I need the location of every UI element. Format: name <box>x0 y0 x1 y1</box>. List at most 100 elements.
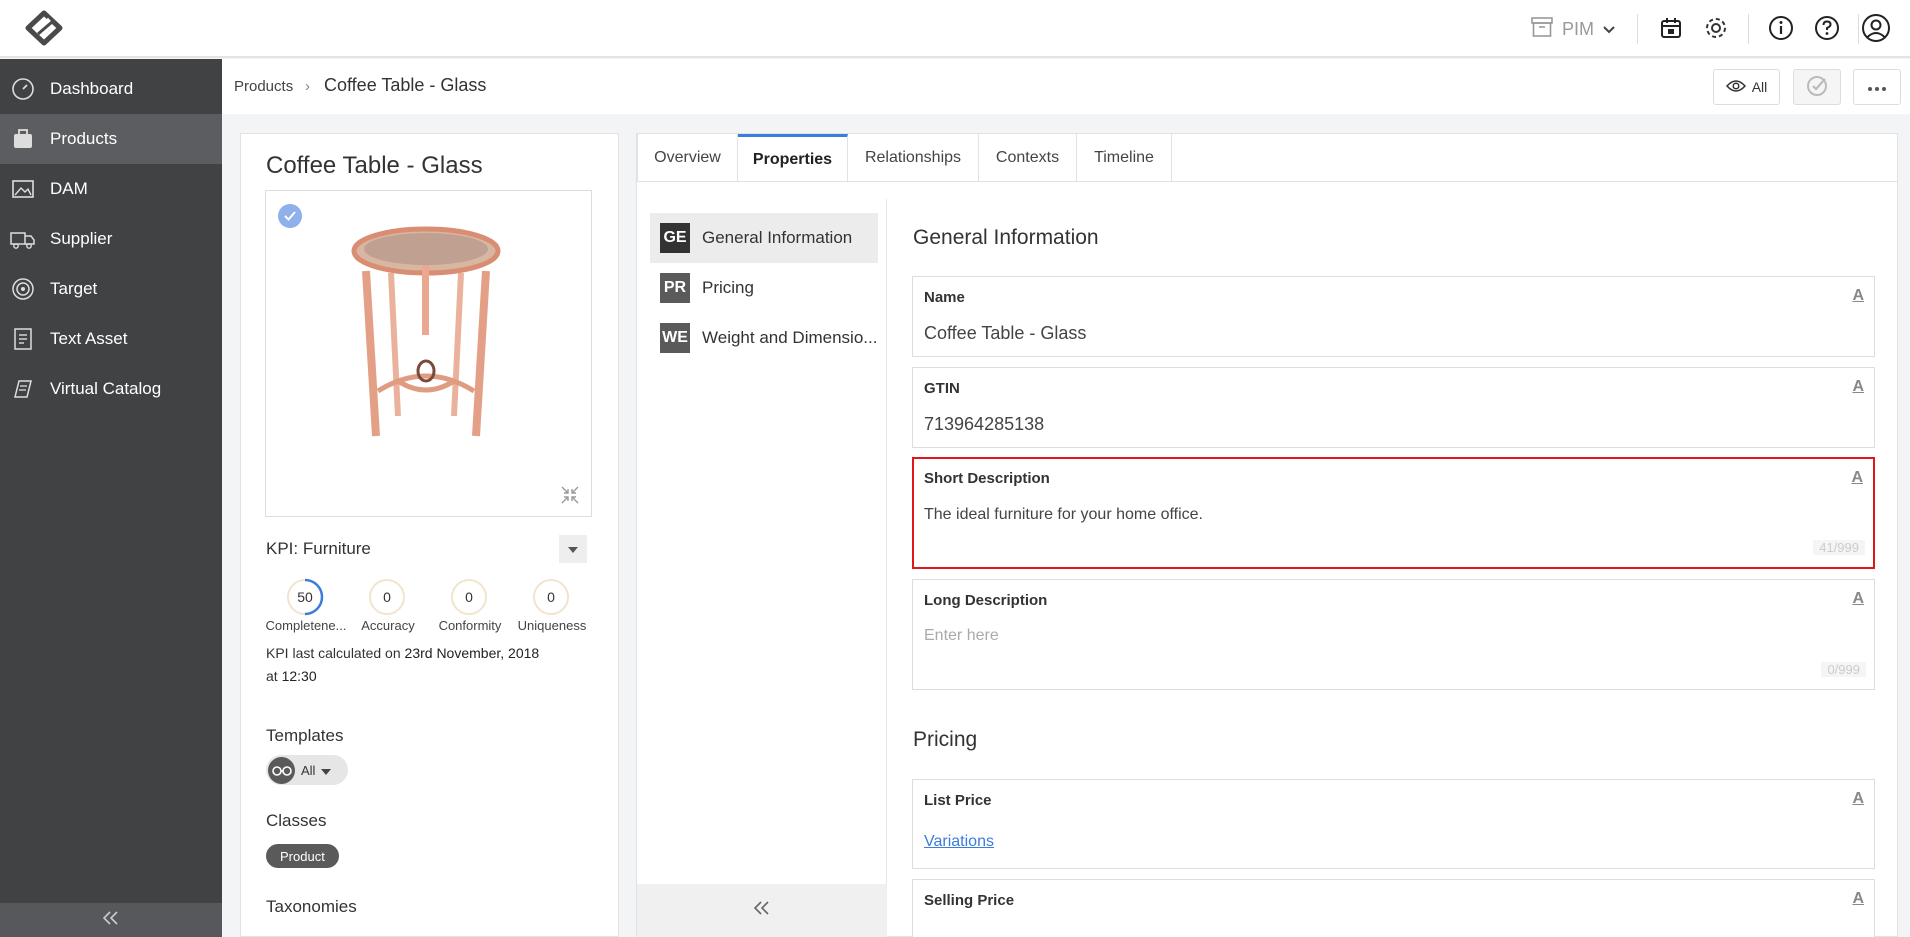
short-description-value[interactable]: The ideal furniture for your home office… <box>924 506 1203 524</box>
group-weight-dimensions[interactable]: WE Weight and Dimensio... <box>650 313 878 363</box>
gear-icon[interactable] <box>1700 12 1732 44</box>
sidebar-item-label: Text Asset <box>50 329 128 348</box>
sidebar-item-products[interactable]: Products <box>0 114 222 164</box>
kpi-profile-name: Furniture <box>302 539 371 558</box>
kpi-note-at: at <box>266 668 278 684</box>
gtin-value[interactable]: 713964285138 <box>924 414 1044 435</box>
character-counter: 0/999 <box>1821 662 1866 677</box>
templates-heading: Templates <box>266 726 344 745</box>
kpi-value: 0 <box>465 589 473 605</box>
attribute-type-icon: A <box>1852 378 1864 395</box>
product-image-box[interactable] <box>265 190 592 517</box>
kpi-note-time: 12:30 <box>281 668 317 684</box>
module-label: PIM <box>1562 18 1595 39</box>
target-icon <box>10 276 36 302</box>
long-description-placeholder[interactable]: Enter here <box>924 627 999 645</box>
sidebar-item-target[interactable]: Target <box>0 264 222 314</box>
tab-contexts[interactable]: Contexts <box>979 134 1077 182</box>
sidebar-item-label: Target <box>50 279 98 298</box>
document-icon <box>10 326 36 352</box>
sidebar-item-label: Virtual Catalog <box>50 379 162 398</box>
truck-icon <box>10 226 36 252</box>
attribute-type-icon: A <box>1852 790 1864 807</box>
breadcrumb-root[interactable]: Products <box>234 78 293 95</box>
templates-value: All <box>301 762 316 778</box>
more-dots-icon <box>1867 79 1887 95</box>
sidebar-item-supplier[interactable]: Supplier <box>0 214 222 264</box>
kpi-value: 0 <box>547 589 555 605</box>
list-price-field[interactable]: List Price A Variations <box>912 779 1875 869</box>
kpi-dropdown-button[interactable] <box>559 535 587 563</box>
gtin-field[interactable]: GTIN A 713964285138 <box>912 367 1875 448</box>
sidebar-item-virtual-catalog[interactable]: Virtual Catalog <box>0 364 222 414</box>
kpi-name: Completene... <box>265 618 347 633</box>
group-label: General Information <box>702 228 853 247</box>
more-options-button[interactable] <box>1853 69 1901 105</box>
group-pricing[interactable]: PR Pricing <box>650 263 878 313</box>
user-avatar-icon[interactable] <box>1860 12 1892 44</box>
selling-price-field[interactable]: Selling Price A <box>912 879 1875 937</box>
breadcrumb-separator: › <box>305 78 310 95</box>
templates-selector[interactable]: All <box>266 755 348 785</box>
kpi-note-prefix: KPI last calculated on <box>266 645 401 661</box>
module-selector[interactable]: PIM <box>1530 14 1616 44</box>
group-general-information[interactable]: GE General Information <box>650 213 878 263</box>
kpi-uniqueness-gauge[interactable]: 0 <box>532 578 570 616</box>
top-bar: PIM <box>0 0 1910 58</box>
character-counter: 41/999 <box>1813 540 1865 555</box>
field-label: GTIN <box>924 380 960 397</box>
group-label: Weight and Dimensio... <box>702 328 878 347</box>
group-label: Pricing <box>702 278 754 297</box>
kpi-accuracy-gauge[interactable]: 0 <box>368 578 406 616</box>
group-code-badge: WE <box>660 323 690 353</box>
double-chevron-left-icon <box>753 901 771 920</box>
app-logo-icon[interactable] <box>22 10 66 46</box>
sidebar-collapse-button[interactable] <box>0 903 222 937</box>
class-tag[interactable]: Product <box>266 844 339 868</box>
group-code-badge: GE <box>660 223 690 253</box>
tab-overview[interactable]: Overview <box>638 134 738 182</box>
info-icon[interactable] <box>1766 12 1796 44</box>
catalog-icon <box>10 376 36 402</box>
product-image <box>336 221 516 461</box>
check-button[interactable] <box>1793 69 1841 105</box>
sidebar-item-label: DAM <box>50 179 88 198</box>
kpi-conformity-gauge[interactable]: 0 <box>450 578 488 616</box>
short-description-field[interactable]: Short Description A The ideal furniture … <box>912 457 1875 569</box>
sidebar-item-label: Products <box>50 129 118 148</box>
kpi-completeness-gauge[interactable]: 50 <box>286 578 324 616</box>
field-label: List Price <box>924 792 992 809</box>
collapse-image-icon[interactable] <box>560 485 580 505</box>
sidebar-item-dam[interactable]: DAM <box>0 164 222 214</box>
sidebar-item-label: Dashboard <box>50 79 134 98</box>
caret-down-icon <box>321 763 332 778</box>
view-filter-button[interactable]: All <box>1713 69 1780 105</box>
view-filter-label: All <box>1751 79 1768 95</box>
group-code-badge: PR <box>660 273 690 303</box>
check-circle-icon <box>1806 75 1828 100</box>
eye-icon <box>1725 79 1746 96</box>
groups-collapse-button[interactable] <box>637 884 887 937</box>
selected-check-icon[interactable] <box>278 204 302 228</box>
divider <box>1748 14 1749 44</box>
breadcrumb-current: Coffee Table - Glass <box>324 75 487 95</box>
kpi-value: 50 <box>297 589 313 605</box>
long-description-field[interactable]: Long Description A Enter here 0/999 <box>912 579 1875 690</box>
variations-link[interactable]: Variations <box>924 833 994 851</box>
archive-icon <box>1530 16 1554 43</box>
double-chevron-left-icon <box>102 910 120 930</box>
name-value[interactable]: Coffee Table - Glass <box>924 323 1086 344</box>
divider <box>1637 14 1638 44</box>
taxonomies-heading: Taxonomies <box>266 897 357 916</box>
kpi-last-calculated: KPI last calculated on 23rd November, 20… <box>266 642 546 688</box>
calendar-save-icon[interactable] <box>1656 12 1686 44</box>
tab-timeline[interactable]: Timeline <box>1077 134 1172 182</box>
name-field[interactable]: Name A Coffee Table - Glass <box>912 276 1875 357</box>
sidebar-item-text-asset[interactable]: Text Asset <box>0 314 222 364</box>
kpi-label: KPI: <box>266 539 299 558</box>
tab-properties[interactable]: Properties <box>738 134 848 182</box>
field-label: Name <box>924 289 965 306</box>
help-icon[interactable] <box>1812 12 1842 44</box>
sidebar-item-dashboard[interactable]: Dashboard <box>0 64 222 114</box>
tab-relationships[interactable]: Relationships <box>848 134 979 182</box>
